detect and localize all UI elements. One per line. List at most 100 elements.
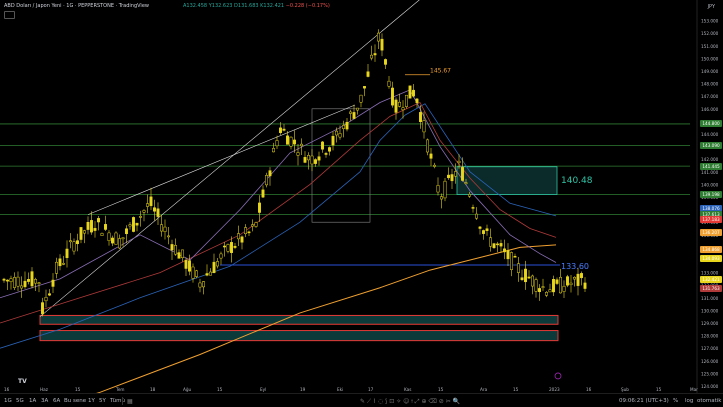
level-label-blue: 133.60 <box>561 262 589 271</box>
y-tick-label: 125.000 <box>701 371 719 376</box>
y-tick-label: 133.000 <box>701 271 719 276</box>
ma-fast-line <box>0 89 557 299</box>
candle-body <box>279 127 282 134</box>
candle-body <box>520 277 524 280</box>
candle-body <box>275 140 279 147</box>
candle-body <box>531 275 534 287</box>
candle-body <box>464 182 468 184</box>
candle-body <box>566 276 569 286</box>
candle-body <box>380 38 384 51</box>
candle-body <box>401 107 405 111</box>
candle-body <box>331 135 335 146</box>
timeframe-button[interactable]: 5G <box>16 398 24 404</box>
x-tick-label: 15 <box>438 387 444 392</box>
candle-body <box>86 221 90 230</box>
x-tick-label: Ara <box>480 387 488 392</box>
candle-body <box>282 128 286 131</box>
x-tick-label: Ağu <box>183 387 192 392</box>
log-toggle[interactable]: log <box>685 398 693 404</box>
candle-body <box>209 271 212 276</box>
candle-body <box>233 245 237 248</box>
candle-body <box>387 80 391 87</box>
candle-body <box>373 53 377 56</box>
tradingview-logo: TV <box>18 378 27 385</box>
timeframe-button[interactable]: 1G <box>4 398 12 404</box>
event-marker <box>554 372 562 380</box>
candle-body <box>576 273 580 286</box>
price-chart[interactable]: 145.67 140.48 133.60 153.000 152.000 151.000 1… <box>0 0 723 393</box>
candle-body <box>296 152 300 156</box>
candle-body <box>268 170 272 177</box>
price-tag: 143.090 <box>700 141 722 149</box>
candle-body <box>548 289 552 293</box>
timeframe-button[interactable]: 3A <box>41 398 48 404</box>
candle-body <box>83 230 86 234</box>
candle-body <box>30 271 34 287</box>
price-tag: 139.198 <box>700 191 722 198</box>
candle-body <box>76 240 79 245</box>
candle-body <box>429 153 433 159</box>
candle-body <box>6 279 9 282</box>
x-tick-label: 15 <box>656 387 662 392</box>
candle-body <box>405 94 408 107</box>
candle-body <box>160 224 163 232</box>
drawing-toolbar-icon[interactable]: ✎ ⟋ ⌇ ◌ ⟆ ⊡ ✧ ☺ ⟊ ⤢ ⊕ ⌫ ⊘ ✂ 🔍 <box>360 398 460 406</box>
candle-body <box>545 292 548 296</box>
price-tag: 141.445 <box>700 162 722 170</box>
timeframe-button[interactable]: 1A <box>29 398 36 404</box>
x-tick-label: 17 <box>368 387 374 392</box>
y-tick-label: 130.000 <box>701 308 719 313</box>
candle-body <box>219 253 223 259</box>
y-tick-label: 147.000 <box>701 94 719 99</box>
timeframe-button[interactable]: 5Y <box>99 398 106 404</box>
candle-body <box>366 71 370 77</box>
candle-body <box>517 263 520 273</box>
candle-body <box>552 279 555 293</box>
y-tick-label: 126.000 <box>701 359 719 364</box>
percent-toggle[interactable]: % <box>673 398 678 404</box>
candle-body <box>562 285 566 292</box>
candle-body <box>202 281 205 288</box>
candle-body <box>468 194 471 197</box>
candle-body <box>384 59 387 65</box>
candle-body <box>23 280 27 288</box>
candle-body <box>303 157 307 163</box>
candle-body <box>499 243 503 247</box>
price-tag: 131.763 <box>700 284 722 292</box>
candle-body <box>149 196 153 207</box>
candle-body <box>475 213 478 219</box>
candle-body <box>489 237 492 247</box>
candle-body <box>265 175 268 186</box>
candle-body <box>90 220 93 233</box>
candle-body <box>41 302 44 315</box>
demand-zone-bottom <box>39 330 559 342</box>
candle-body <box>230 242 233 253</box>
candle-body <box>510 252 513 270</box>
timeframe-button[interactable]: 6A <box>53 398 60 404</box>
x-tick-label: 15 <box>217 387 223 392</box>
candle-body <box>293 139 296 145</box>
candle-body <box>97 218 100 223</box>
timeframe-button[interactable]: 1Y <box>88 398 95 404</box>
candle-body <box>62 263 65 265</box>
bottom-toolbar: 1G 5G 1A 3A 6A Bu sene 1Y 5Y Tümü ▦ ✎ ⟋ ⌇ ◌ ⟆ ⊡ … <box>0 393 723 407</box>
candle-body <box>286 135 289 145</box>
candle-body <box>142 210 146 213</box>
candle-body <box>426 139 429 153</box>
demand-zone-top <box>39 314 559 325</box>
x-tick-label: Haz <box>40 387 49 392</box>
candle-body <box>492 243 496 249</box>
candle-body <box>478 226 482 229</box>
candle-body <box>65 248 69 259</box>
calendar-icon[interactable]: ▦ <box>127 398 133 405</box>
candle-body <box>321 141 324 150</box>
candle-body <box>359 94 363 103</box>
x-tick-label: Şub <box>621 387 629 392</box>
candle-body <box>436 185 440 193</box>
auto-toggle[interactable]: otomatik <box>697 398 721 404</box>
candle-body <box>394 99 398 113</box>
timeframe-button[interactable]: Bu sene <box>64 398 86 404</box>
candle-body <box>419 112 422 123</box>
y-tick-label: 146.000 <box>701 107 719 112</box>
candle-body <box>433 164 436 167</box>
